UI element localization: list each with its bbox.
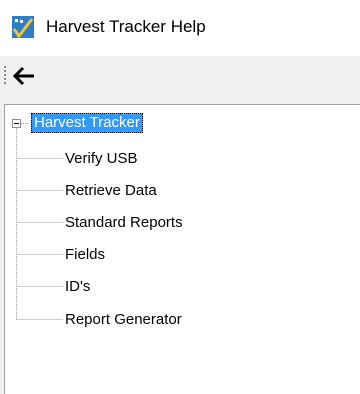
tree-node-harvest-tracker[interactable]: Harvest Tracker xyxy=(31,113,143,133)
topic-tree[interactable]: Harvest Tracker Verify USB Retrieve Data… xyxy=(4,104,360,394)
tree-node-retrieve-data[interactable]: Retrieve Data xyxy=(65,180,157,202)
tree-node-report-generator[interactable]: Report Generator xyxy=(65,309,182,331)
tree-node-fields[interactable]: Fields xyxy=(65,244,105,266)
tree-node-standard-reports[interactable]: Standard Reports xyxy=(65,212,183,234)
toolbar xyxy=(0,56,360,102)
collapse-toggle-icon[interactable] xyxy=(12,119,21,128)
tree-node-ids[interactable]: ID's xyxy=(65,276,90,298)
window-title: Harvest Tracker Help xyxy=(46,17,206,36)
title-bar: Harvest Tracker Help xyxy=(0,0,360,56)
app-icon xyxy=(12,16,34,39)
arrow-left-icon xyxy=(12,65,35,92)
tree-node-verify-usb[interactable]: Verify USB xyxy=(65,148,138,170)
back-button[interactable] xyxy=(10,64,38,92)
toolbar-grip-icon[interactable] xyxy=(4,64,6,88)
